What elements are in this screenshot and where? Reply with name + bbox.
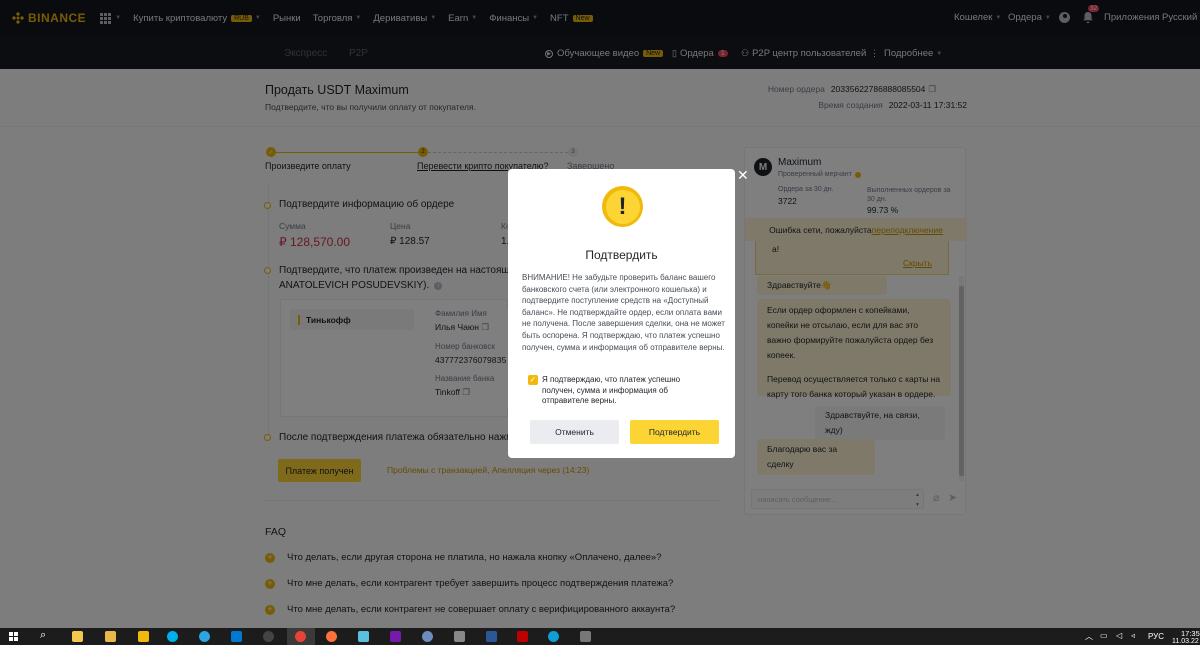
edge-icon[interactable]: [548, 631, 559, 642]
app-icon[interactable]: [422, 631, 433, 642]
windows-taskbar: ⌕ ︿ ▭ ◁ ◃ РУС 17:35 11.03.22: [0, 628, 1200, 645]
windows-start-icon[interactable]: [9, 632, 18, 641]
outlook-icon[interactable]: [231, 631, 242, 642]
app-icon[interactable]: [138, 631, 149, 642]
calculator-icon[interactable]: [580, 631, 591, 642]
keyboard-language[interactable]: РУС: [1148, 632, 1164, 641]
chevron-up-icon[interactable]: ︿: [1085, 631, 1093, 642]
close-icon[interactable]: ✕: [737, 168, 749, 182]
firefox-icon[interactable]: [326, 631, 337, 642]
confirm-button[interactable]: Подтвердить: [630, 420, 719, 444]
modal-warning-text: ВНИМАНИЕ! Не забудьте проверить баланс в…: [522, 273, 725, 352]
app-icon[interactable]: [358, 631, 369, 642]
app-icon[interactable]: [263, 631, 274, 642]
network-icon[interactable]: ▭: [1100, 631, 1108, 640]
chrome-icon[interactable]: [295, 631, 306, 642]
onenote-icon[interactable]: [390, 631, 401, 642]
sticky-notes-icon[interactable]: [72, 631, 83, 642]
telegram-icon[interactable]: [199, 631, 210, 642]
cancel-button[interactable]: Отменить: [530, 420, 619, 444]
app-icon[interactable]: [486, 631, 497, 642]
speaker-icon[interactable]: ◃: [1131, 631, 1135, 640]
file-explorer-icon[interactable]: [105, 631, 116, 642]
modal-title: Подтвердить: [585, 248, 658, 262]
warning-icon: !: [602, 186, 643, 227]
checkbox-label[interactable]: Я подтверждаю, что платеж успешно получе…: [542, 375, 692, 407]
clock-date[interactable]: 11.03.22: [1172, 638, 1200, 645]
clock-time[interactable]: 17:35: [1181, 629, 1200, 638]
confirm-modal: ! Подтвердить ВНИМАНИЕ! Не забудьте пров…: [508, 169, 735, 458]
skype-icon[interactable]: [167, 631, 178, 642]
confirm-checkbox[interactable]: ✓: [528, 375, 538, 385]
volume-icon[interactable]: ◁: [1116, 631, 1122, 640]
app-icon[interactable]: [454, 631, 465, 642]
search-icon[interactable]: ⌕: [40, 629, 46, 642]
filezilla-icon[interactable]: [517, 631, 528, 642]
